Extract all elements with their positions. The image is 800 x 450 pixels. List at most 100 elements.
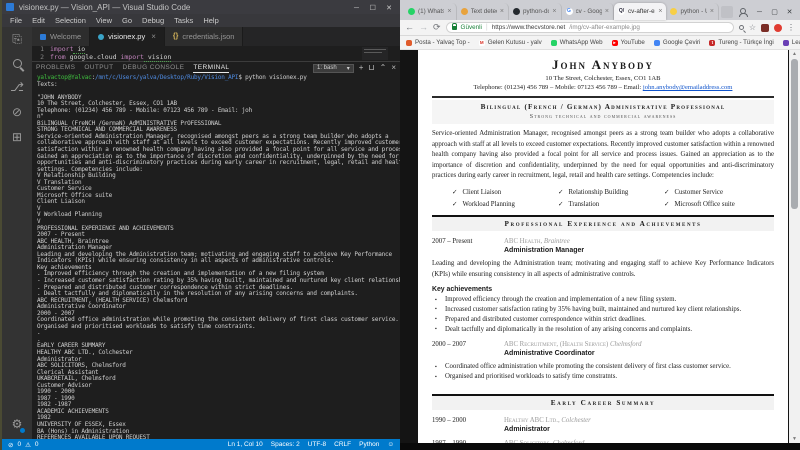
page-scrollbar[interactable]: ▲ ▼ xyxy=(789,50,800,443)
cv-contact-line: Telephone: (01234) 456 789 – Mobile: 071… xyxy=(432,84,774,91)
activity-bar: ⎘ ⎇ ⊘ ⊞ ⚙ xyxy=(2,27,32,439)
settings-gear-icon[interactable]: ⚙ xyxy=(12,417,23,431)
browser-close-button[interactable]: ✕ xyxy=(783,8,796,16)
back-icon[interactable]: ← xyxy=(405,23,414,32)
statusbar-item[interactable]: Python xyxy=(359,441,379,448)
panel-tab-problems[interactable]: PROBLEMS xyxy=(36,64,75,73)
forward-icon[interactable]: → xyxy=(419,23,428,32)
search-icon[interactable] xyxy=(13,59,22,68)
new-terminal-icon[interactable]: + xyxy=(359,64,364,72)
tab-credentials-json[interactable]: {} credentials.json xyxy=(165,27,244,46)
vscode-minimize-button[interactable]: ─ xyxy=(350,5,364,12)
bookmark-label: YouTube xyxy=(621,39,645,46)
vscode-close-button[interactable]: ✕ xyxy=(382,4,396,12)
extensions-icon[interactable]: ⊞ xyxy=(12,131,22,143)
competency-label: Workload Planning xyxy=(462,201,515,208)
tab-close-icon[interactable]: × xyxy=(447,8,451,15)
tab-close-icon[interactable]: × xyxy=(552,8,556,15)
menu-file[interactable]: File xyxy=(10,16,22,25)
bookmark-item[interactable]: Google Çeviri xyxy=(654,39,701,46)
browser-minimize-button[interactable]: ─ xyxy=(753,9,766,16)
browser-tab[interactable]: Gcv - Googl× xyxy=(562,3,615,20)
tab-close-icon[interactable]: × xyxy=(151,32,156,41)
browser-tab[interactable]: python - U× xyxy=(666,3,719,20)
errors-icon[interactable]: ⊘ xyxy=(8,441,13,449)
menu-view[interactable]: View xyxy=(96,16,112,25)
tab-close-icon[interactable]: × xyxy=(605,8,609,15)
code-module: google.cloud xyxy=(66,53,121,61)
checkmark-icon: ✓ xyxy=(664,200,669,208)
tab-close-icon[interactable]: × xyxy=(658,8,662,15)
tab-welcome[interactable]: Welcome xyxy=(32,27,90,46)
browser-tab[interactable]: python-do× xyxy=(509,3,562,20)
address-bar[interactable]: Güvenli | https://www.thecvstore.net/img… xyxy=(446,22,734,33)
statusbar-item[interactable]: Spaces: 2 xyxy=(271,441,300,448)
panel-tab-output[interactable]: OUTPUT xyxy=(84,64,113,73)
extension-icon[interactable] xyxy=(774,24,782,32)
menu-help[interactable]: Help xyxy=(203,16,218,25)
bookmark-item[interactable]: MGelen Kutusu - yalv xyxy=(479,39,542,46)
warnings-icon[interactable]: ⚠ xyxy=(25,441,31,449)
tab-close-icon[interactable]: × xyxy=(710,8,714,15)
close-panel-icon[interactable]: × xyxy=(391,64,396,72)
job-bullets: Coordinated office administration while … xyxy=(432,362,774,382)
scroll-up-icon[interactable]: ▲ xyxy=(789,50,800,58)
bookmark-item[interactable]: Posta - Yalvaç Top - xyxy=(406,39,470,46)
tab-label: cv-after-ex xyxy=(628,8,655,15)
bookmark-item[interactable]: ▸YouTube xyxy=(612,39,645,46)
maximize-panel-icon[interactable]: ⌃ xyxy=(380,64,387,72)
browser-tab[interactable]: Text detect× xyxy=(457,3,510,20)
menu-selection[interactable]: Selection xyxy=(55,16,86,25)
menu-debug[interactable]: Debug xyxy=(142,16,164,25)
python-file-icon xyxy=(98,34,104,40)
vscode-maximize-button[interactable]: ☐ xyxy=(366,4,380,12)
bookmark-star-icon[interactable]: ☆ xyxy=(749,23,756,32)
panel-tab-debug-console[interactable]: DEBUG CONSOLE xyxy=(122,64,184,73)
extension-icon[interactable] xyxy=(761,24,769,32)
zoom-icon[interactable] xyxy=(739,25,744,30)
cv-name: John Anybody xyxy=(432,57,774,73)
screen: visionex.py — Vision_API — Visual Studio… xyxy=(0,0,800,450)
cv-headline: Bilingual (French / German) Administrati… xyxy=(434,103,772,111)
cv-competencies: ✓Client Liaison✓Relationship Building✓Cu… xyxy=(432,188,774,208)
profile-icon[interactable] xyxy=(739,8,747,16)
menu-go[interactable]: Go xyxy=(122,16,132,25)
new-tab-button[interactable] xyxy=(721,6,733,18)
statusbar-item[interactable]: UTF-8 xyxy=(308,441,326,448)
browser-tab[interactable]: (1) WhatsA× xyxy=(404,3,457,20)
tab-label: Text detect xyxy=(471,8,497,15)
bookmark-favicon-icon: M xyxy=(479,40,485,46)
bookmark-favicon-icon xyxy=(654,40,660,46)
statusbar-item[interactable]: CRLF xyxy=(334,441,351,448)
tab-visionex-py[interactable]: visionex.py × xyxy=(90,27,165,46)
browser-tab[interactable]: Q/cv-after-ex× xyxy=(614,3,666,20)
bookmark-item[interactable]: League of Legends - xyxy=(783,39,800,46)
competency-item: ✓Customer Service xyxy=(664,188,770,196)
minimap[interactable] xyxy=(362,47,388,60)
job-location: Braintree xyxy=(542,238,570,245)
vscode-window: visionex.py — Vision_API — Visual Studio… xyxy=(0,0,400,450)
scrollbar-thumb[interactable] xyxy=(791,59,798,209)
bookmark-item[interactable]: WhatsApp Web xyxy=(551,39,603,46)
bookmark-item[interactable]: tTureng - Türkçe İngi xyxy=(709,39,773,46)
explorer-icon[interactable]: ⎘ xyxy=(12,33,22,45)
browser-maximize-button[interactable]: ▢ xyxy=(768,8,781,16)
scroll-down-icon[interactable]: ▼ xyxy=(789,435,800,443)
debug-icon[interactable]: ⊘ xyxy=(12,106,22,118)
tab-close-icon[interactable]: × xyxy=(500,8,504,15)
kill-terminal-icon[interactable]: ⊔ xyxy=(368,64,374,72)
source-control-icon[interactable]: ⎇ xyxy=(10,81,24,93)
bookmark-favicon-icon: ▸ xyxy=(612,40,618,46)
browser-menu-icon[interactable]: ⋮ xyxy=(787,23,795,32)
menu-edit[interactable]: Edit xyxy=(32,16,45,25)
code-editor[interactable]: 1 import io 2 from google.cloud import v… xyxy=(32,46,400,61)
feedback-smiley-icon[interactable]: ☺ xyxy=(387,441,394,448)
panel-tab-terminal[interactable]: TERMINAL xyxy=(193,64,229,73)
reload-icon[interactable]: ⟳ xyxy=(433,23,441,32)
job-dates: 1990 – 2000 xyxy=(432,417,504,424)
terminal[interactable]: yalvactop@Yalvac:/mnt/c/Users/yalva/Desk… xyxy=(32,74,400,439)
statusbar-item[interactable]: Ln 1, Col 10 xyxy=(228,441,263,448)
menu-tasks[interactable]: Tasks xyxy=(174,16,193,25)
shell-select[interactable]: 1: bash▾ xyxy=(313,64,354,73)
cv-email-link[interactable]: john.anybody@emailaddress.com xyxy=(643,84,733,91)
